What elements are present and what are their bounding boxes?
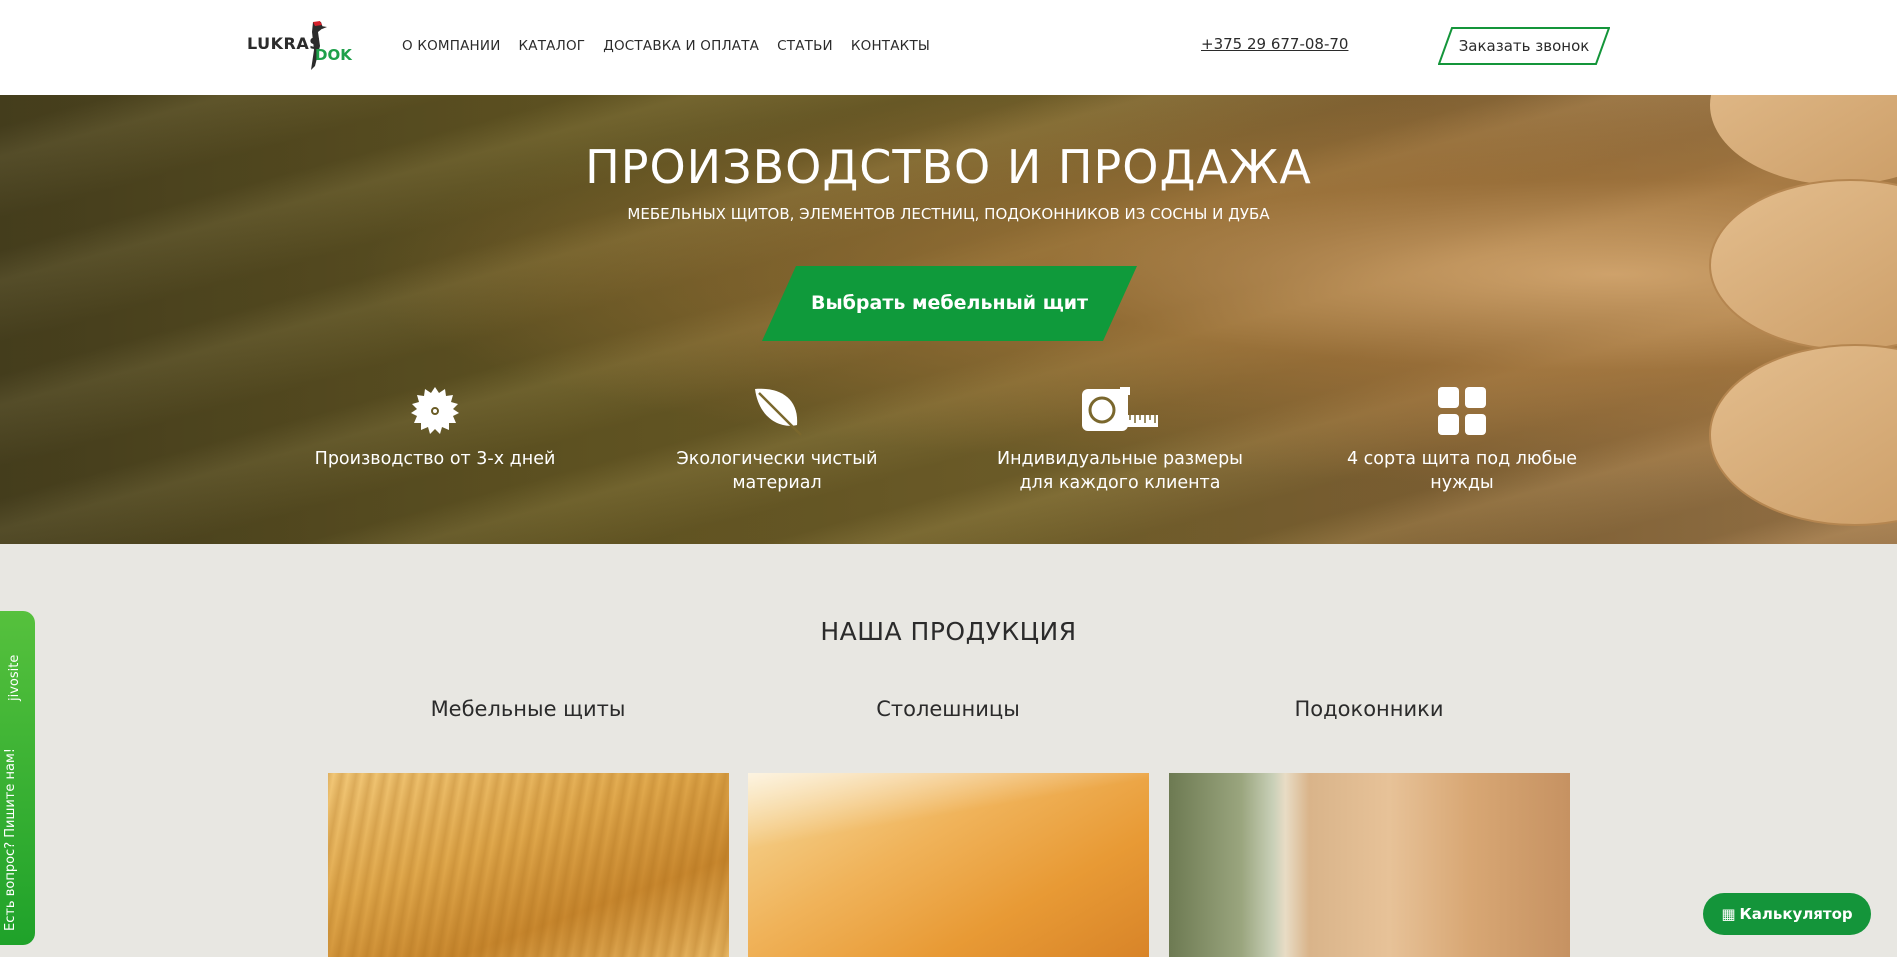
logo[interactable]: LUKRAS DOK [245, 20, 357, 74]
chat-widget-label: Есть вопрос? Пишите нам! [3, 748, 18, 931]
leaf-icon [755, 388, 802, 436]
hero-title: ПРОИЗВОДСТВО И ПРОДАЖА [585, 140, 1312, 194]
products-section-title: НАША ПРОДУКЦИЯ [820, 617, 1077, 646]
nav-item-catalog[interactable]: КАТАЛОГ [519, 38, 586, 54]
nav-item-contacts[interactable]: КОНТАКТЫ [851, 38, 930, 54]
choose-panel-button[interactable]: Выбрать мебельный щит [762, 266, 1137, 341]
feature-grades: 4 сорта щита под любые нужды [1332, 385, 1592, 495]
main-nav: О КОМПАНИИ КАТАЛОГ ДОСТАВКА И ОПЛАТА СТА… [402, 38, 948, 54]
site-header: LUKRAS DOK О КОМПАНИИ КАТАЛОГ ДОСТАВКА И… [0, 0, 1897, 95]
callback-button-label: Заказать звонок [1458, 37, 1590, 55]
product-image-furniture-panels[interactable] [328, 773, 729, 957]
calculator-button[interactable]: ▦ Калькулятор [1703, 893, 1871, 935]
calculator-icon: ▦ [1721, 905, 1736, 923]
saw-blade-icon [411, 387, 459, 434]
feature-eco: Экологически чистый материал [647, 385, 907, 495]
nav-item-articles[interactable]: СТАТЬИ [777, 38, 833, 54]
chat-widget-tab[interactable]: jivosite Есть вопрос? Пишите нам! [0, 611, 35, 945]
choose-panel-button-label: Выбрать мебельный щит [810, 292, 1089, 314]
feature-sizes-text: Индивидуальные размеры для каждого клиен… [997, 449, 1243, 493]
product-name-furniture-panels[interactable]: Мебельные щиты [328, 697, 728, 721]
product-name-countertops[interactable]: Столешницы [748, 697, 1148, 721]
nav-item-about[interactable]: О КОМПАНИИ [402, 38, 501, 54]
calculator-button-label: Калькулятор [1739, 905, 1853, 923]
tape-measure-icon [1082, 387, 1158, 431]
product-name-windowsills[interactable]: Подоконники [1169, 697, 1569, 721]
product-image-countertops[interactable] [748, 773, 1149, 957]
hero-banner: ПРОИЗВОДСТВО И ПРОДАЖА МЕБЕЛЬНЫХ ЩИТОВ, … [0, 95, 1897, 544]
grid-icon [1438, 387, 1486, 435]
product-image-windowsills[interactable] [1169, 773, 1570, 957]
nav-item-delivery[interactable]: ДОСТАВКА И ОПЛАТА [603, 38, 759, 54]
feature-production-text: Производство от 3-х дней [314, 449, 556, 469]
phone-link[interactable]: +375 29 677-08-70 [1201, 35, 1348, 53]
feature-grades-text: 4 сорта щита под любые нужды [1346, 449, 1578, 493]
logo-text-dok: DOK [315, 46, 352, 64]
feature-production: Производство от 3-х дней [305, 385, 565, 471]
feature-eco-text: Экологически чистый материал [676, 449, 878, 493]
hero-subtitle: МЕБЕЛЬНЫХ ЩИТОВ, ЭЛЕМЕНТОВ ЛЕСТНИЦ, ПОДО… [627, 205, 1270, 223]
feature-sizes: Индивидуальные размеры для каждого клиен… [990, 385, 1250, 495]
callback-button[interactable]: Заказать звонок [1438, 27, 1610, 65]
